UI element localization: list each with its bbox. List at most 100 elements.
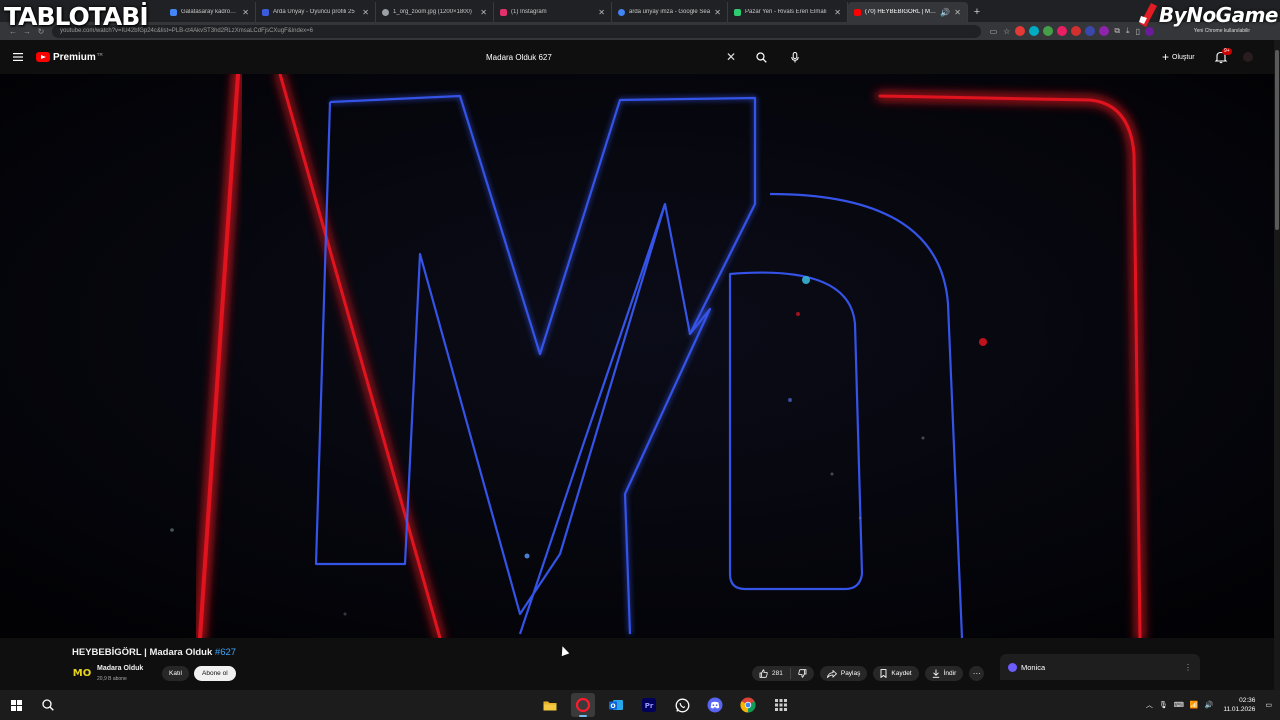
share-arrow-icon (826, 669, 837, 678)
download-icon[interactable]: ⤓ (1126, 26, 1130, 36)
bookmark-star-icon[interactable]: ☆ (1003, 27, 1010, 36)
browser-tab-5[interactable]: arda ünyay imza - Google Sea ✕ (612, 2, 728, 22)
tray-device-icon[interactable]: ⌨ (1174, 701, 1184, 709)
tab-label: arda ünyay imza - Google Sea (629, 9, 711, 15)
file-explorer-icon[interactable] (538, 693, 562, 717)
voice-search-button[interactable] (784, 46, 806, 68)
browser-toolbar: ← → ↻ youtube.com/watch?v=IU42bfGp24c&li… (0, 22, 1280, 40)
watermark-right: ByNoGame (1137, 2, 1279, 28)
video-info-bar: HEYBEBİGÖRL | Madara Olduk #627 MO Madar… (0, 638, 1280, 690)
browser-tab-4[interactable]: (1) Instagram ✕ (494, 2, 612, 22)
subscribe-button[interactable]: Abone ol (194, 666, 236, 681)
start-button[interactable] (0, 690, 32, 720)
extension-1-icon[interactable] (1015, 26, 1026, 36)
search-icon (755, 51, 767, 63)
join-button[interactable]: Katıl (162, 666, 190, 681)
windows-taskbar: O Pr ︿ 🎙 ⌨ 📶 🔊 02:36 11.01.2026 ▭ (0, 690, 1280, 720)
account-avatar[interactable] (1243, 52, 1253, 62)
channel-avatar[interactable]: MO (73, 665, 91, 681)
taskbar-clock[interactable]: 02:36 11.01.2026 (1223, 696, 1255, 714)
volume-icon[interactable]: 🔊 (1205, 701, 1214, 709)
monica-menu-icon[interactable]: ⋮ (1184, 663, 1192, 672)
like-dislike-group: 281 (752, 666, 814, 681)
youtube-logo[interactable]: Premium TR (36, 52, 103, 63)
bookmark-icon (880, 669, 887, 678)
chrome-icon[interactable] (736, 693, 760, 717)
tab-close-icon[interactable]: ✕ (242, 8, 249, 17)
notification-center-icon[interactable]: ▭ (1265, 701, 1272, 709)
taskbar-apps: O Pr (538, 690, 793, 720)
speaker-icon[interactable]: 🔊 (940, 8, 950, 17)
youtube-header: Premium TR Madara Olduk 627 ✕ + Oluştur … (0, 40, 1280, 74)
tab-label: Galatasaray kadrosu - Google S (181, 9, 238, 15)
create-label: Oluştur (1172, 53, 1195, 61)
tab-close-icon[interactable]: ✕ (480, 8, 487, 17)
browser-tab-1[interactable]: Galatasaray kadrosu - Google S ✕ (164, 2, 256, 22)
youtube-play-icon (36, 52, 50, 62)
cast-icon[interactable]: ▭ (990, 27, 998, 36)
extension-5-icon[interactable] (1071, 26, 1082, 36)
like-button[interactable]: 281 (752, 668, 791, 679)
wifi-icon[interactable]: 📶 (1190, 701, 1199, 709)
video-player[interactable] (0, 74, 1280, 638)
search-input[interactable]: Madara Olduk 627 ✕ (478, 46, 746, 68)
youtube-region: TR (96, 51, 103, 57)
create-button[interactable]: + Oluştur (1156, 49, 1201, 65)
address-bar[interactable]: youtube.com/watch?v=IU42bfGp24c&list=PLB… (52, 24, 981, 38)
svg-text:Pr: Pr (645, 702, 654, 710)
browser-tab-active[interactable]: (70) HEYBEBİGÖRL | Madar 🔊 ✕ (848, 2, 968, 22)
tab-close-icon[interactable]: ✕ (362, 8, 369, 17)
system-tray: ︿ 🎙 ⌨ 📶 🔊 02:36 11.01.2026 ▭ (1146, 690, 1280, 720)
menu-hamburger-icon[interactable] (0, 53, 36, 61)
new-tab-button[interactable]: + (968, 2, 986, 22)
watermark-right-text: ByNoGame (1158, 3, 1279, 27)
image-favicon-icon (382, 8, 389, 16)
tab-close-icon[interactable]: ✕ (954, 8, 961, 17)
monica-logo-icon (1008, 662, 1017, 672)
scrollbar-thumb[interactable] (1275, 50, 1279, 230)
instagram-favicon-icon (500, 8, 507, 16)
channel-name[interactable]: Madara Olduk (97, 665, 143, 672)
rivals-favicon-icon (734, 8, 741, 16)
share-button[interactable]: Paylaş (819, 666, 868, 681)
video-frame-artwork (0, 74, 1280, 638)
extension-4-icon[interactable] (1057, 26, 1068, 36)
svg-text:O: O (610, 703, 615, 710)
browser-tab-6[interactable]: Pazar Yeri - Rivals Eren Elmalı ✕ (728, 2, 848, 22)
microphone-icon (791, 51, 799, 62)
extension-7-icon[interactable] (1099, 26, 1110, 36)
premiere-pro-icon[interactable]: Pr (637, 693, 661, 717)
monica-title: Monica (1021, 662, 1046, 672)
watermark-left: TABLOTABİ (4, 2, 149, 31)
browser-tab-2[interactable]: Arda Ünyay - Oyuncu profili 25 ✕ (256, 2, 376, 22)
extensions-puzzle-icon[interactable]: ⧉ (1114, 26, 1120, 36)
download-button[interactable]: İndir (924, 666, 964, 681)
opera-browser-icon[interactable] (571, 693, 595, 717)
extension-6-icon[interactable] (1085, 26, 1096, 36)
tab-close-icon[interactable]: ✕ (834, 8, 841, 17)
outlook-icon[interactable]: O (604, 693, 628, 717)
dislike-button[interactable] (791, 669, 814, 678)
video-hashtag[interactable]: #627 (215, 647, 236, 658)
youtube-brand: Premium (53, 51, 96, 63)
video-title: HEYBEBİGÖRL | Madara Olduk #627 (72, 647, 236, 658)
extension-3-icon[interactable] (1043, 26, 1054, 36)
more-actions-button[interactable]: ··· (969, 666, 985, 681)
apps-grid-icon[interactable] (769, 693, 793, 717)
tab-close-icon[interactable]: ✕ (598, 8, 605, 17)
clear-search-icon[interactable]: ✕ (724, 50, 738, 64)
extension-2-icon[interactable] (1029, 26, 1040, 36)
save-button[interactable]: Kaydet (873, 666, 919, 681)
tab-close-icon[interactable]: ✕ (714, 8, 721, 17)
tray-overflow-chevron-icon[interactable]: ︿ (1146, 700, 1153, 710)
monica-panel[interactable]: Monica ⋮ (1000, 654, 1200, 680)
browser-tab-3[interactable]: 1_org_zoom.jpg (1200×1800) ✕ (376, 2, 494, 22)
taskbar-search-button[interactable] (32, 690, 64, 720)
chrome-update-note[interactable]: Yeni Chrome kullanılabilir (1194, 28, 1250, 34)
whatsapp-icon[interactable] (670, 693, 694, 717)
search-button[interactable] (750, 46, 772, 68)
tray-microphone-icon[interactable]: 🎙 (1159, 701, 1168, 709)
notification-count-badge: 9+ (1222, 48, 1232, 55)
discord-icon[interactable] (703, 693, 727, 717)
page-scrollbar[interactable] (1274, 40, 1280, 690)
